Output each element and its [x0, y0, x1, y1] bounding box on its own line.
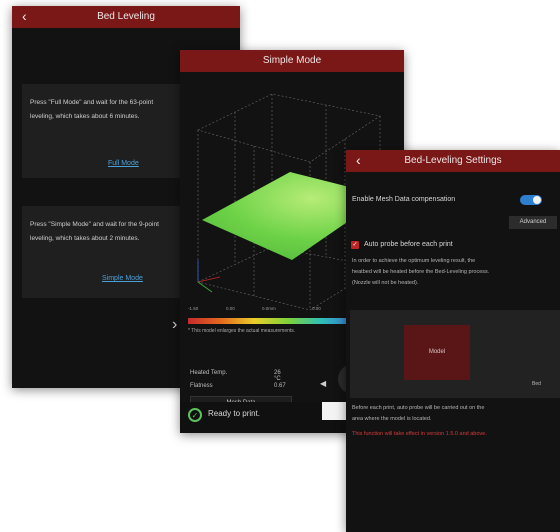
- full-mode-button[interactable]: Full Mode: [108, 157, 139, 171]
- colorbar-tick: 0.00: [226, 306, 235, 311]
- stat-value: 0.67: [274, 383, 286, 389]
- chevron-right-icon[interactable]: ›: [172, 316, 177, 334]
- mesh-compensation-label: Enable Mesh Data compensation: [352, 196, 456, 203]
- auto-probe-checkbox[interactable]: ✓: [351, 241, 359, 249]
- bed-leveling-settings-screen: ‹ Bed-Leveling Settings Enable Mesh Data…: [346, 150, 560, 532]
- colorbar-note: * This model enlarges the actual measure…: [188, 328, 296, 334]
- y-axis-indicator: [197, 281, 213, 293]
- version-warning: This function will take effect in versio…: [352, 431, 487, 437]
- page-title: Bed Leveling: [97, 11, 155, 22]
- colorbar-tick: 0.00: [312, 306, 321, 311]
- heated-temp-row: Heated Temp. 26 °C: [190, 370, 281, 382]
- page-title: Simple Mode: [262, 55, 322, 66]
- advanced-button[interactable]: Advanced: [509, 216, 557, 229]
- help-line-1: In order to achieve the optimum leveling…: [352, 258, 476, 264]
- stat-label: Flatness: [190, 383, 213, 389]
- auto-probe-label: Auto probe before each print: [364, 241, 453, 248]
- simple-mode-button[interactable]: Simple Mode: [102, 272, 143, 286]
- mesh-compensation-toggle[interactable]: [520, 195, 542, 205]
- bed-label: Bed: [532, 381, 541, 387]
- stat-value: 26 °C: [274, 370, 281, 382]
- auto-probe-help: In order to achieve the optimum leveling…: [352, 256, 489, 289]
- help-line-3: (Nozzle will not be heated).: [352, 280, 419, 286]
- flatness-row: Flatness 0.67: [190, 383, 286, 389]
- play-left-icon[interactable]: ◀: [320, 379, 326, 388]
- toggle-knob: [533, 196, 541, 204]
- status-text: Ready to print.: [208, 409, 261, 418]
- probe-note: Before each print, auto probe will be ca…: [352, 403, 484, 425]
- probe-note-line-1: Before each print, auto probe will be ca…: [352, 405, 485, 411]
- check-circle-icon: ✓: [188, 408, 202, 422]
- bed-leveling-header: ‹ Bed Leveling: [12, 6, 240, 28]
- model-area: Model: [404, 325, 470, 380]
- x-axis-indicator: [197, 276, 221, 283]
- colorbar-tick: -1.50: [188, 306, 199, 311]
- colorbar-tick: 0.0mm: [262, 306, 276, 311]
- simple-mode-header: Simple Mode: [180, 50, 404, 72]
- help-line-2: heatbed will be heated before the Bed-Le…: [352, 269, 490, 275]
- page-title: Bed-Leveling Settings: [404, 155, 502, 166]
- stat-label: Heated Temp.: [190, 370, 228, 376]
- settings-header: ‹ Bed-Leveling Settings: [346, 150, 560, 172]
- probe-note-line-2: area where the model is located.: [352, 416, 432, 422]
- back-icon[interactable]: ‹: [356, 150, 361, 170]
- back-icon[interactable]: ‹: [22, 6, 27, 26]
